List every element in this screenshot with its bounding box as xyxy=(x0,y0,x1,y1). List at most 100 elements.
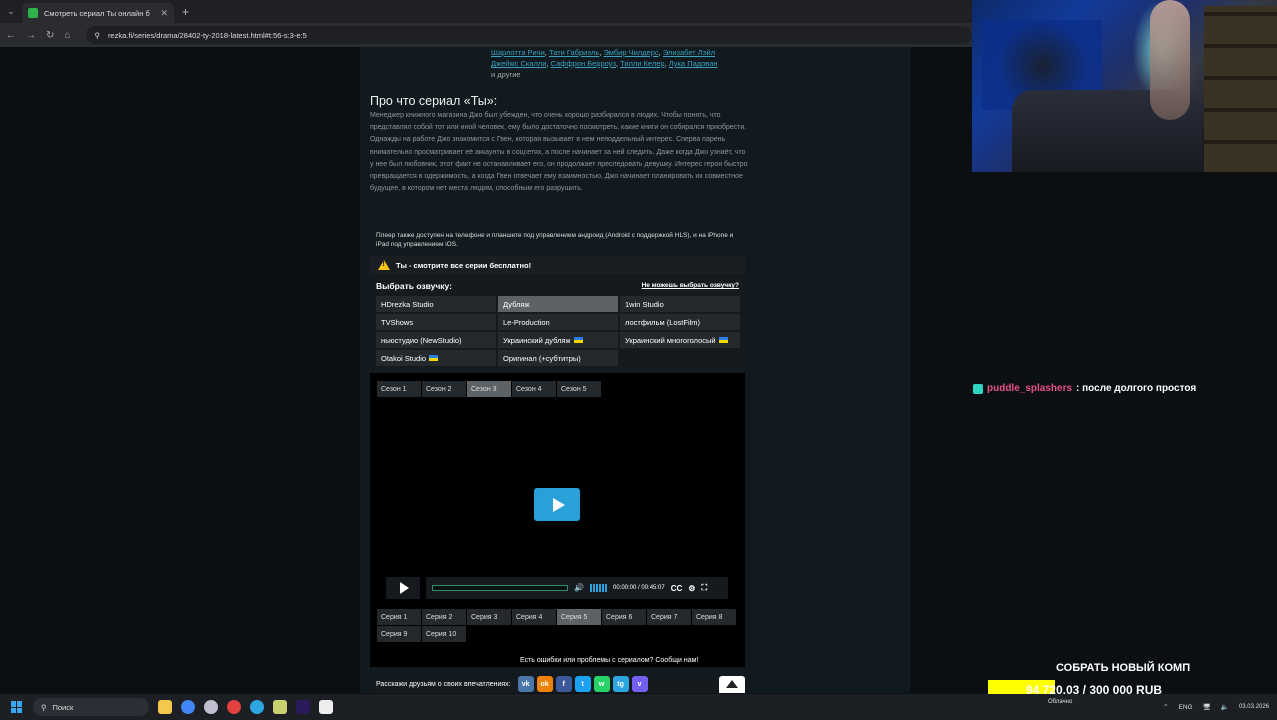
subtitles-icon[interactable]: CC xyxy=(671,584,683,593)
about-paragraph: Однажды на работе Джо знакомится с Гвен,… xyxy=(370,136,748,193)
twitter-icon[interactable]: t xyxy=(574,676,591,692)
browser-tab-active[interactable]: Смотреть сериал Ты онлайн б ✕ xyxy=(22,3,174,23)
play-pause-button[interactable] xyxy=(386,577,420,599)
free-notice: Ты - смотрите все серии бесплатно! xyxy=(370,256,745,274)
file-explorer-icon[interactable] xyxy=(158,700,172,714)
back-icon[interactable]: ← xyxy=(6,30,16,41)
dubbing-option[interactable]: ньюстудио (NewStudio) xyxy=(376,332,496,348)
url-text: rezka.fi/series/drama/28402-ty-2018-late… xyxy=(107,30,307,40)
tray-chevron-icon[interactable]: ⌃ xyxy=(1163,703,1168,711)
progress-bar[interactable] xyxy=(432,585,568,591)
cast-link[interactable]: Элизабет Лэйл xyxy=(663,48,715,57)
cast-link[interactable]: Тилли Келер xyxy=(620,59,664,68)
episode-tab[interactable]: Серия 8 xyxy=(692,609,736,625)
episode-tab[interactable]: Серия 3 xyxy=(467,609,511,625)
cast-link[interactable]: Шарлотта Ричи xyxy=(491,48,545,57)
dubbing-option[interactable]: 1win Studio xyxy=(620,296,740,312)
telegram-icon[interactable]: tg xyxy=(612,676,629,692)
reload-icon[interactable]: ↻ xyxy=(46,30,54,41)
facebook-icon[interactable]: f xyxy=(555,676,572,692)
episode-tab[interactable]: Серия 4 xyxy=(512,609,556,625)
season-tab[interactable]: Сезон 1 xyxy=(377,381,421,397)
app-icon[interactable] xyxy=(204,700,218,714)
episode-tab[interactable]: Серия 2 xyxy=(422,609,466,625)
clock[interactable]: 03.03.2026 xyxy=(1239,703,1269,711)
telegram-icon[interactable] xyxy=(250,700,264,714)
site-info-icon[interactable]: ⚲ xyxy=(94,31,100,40)
whatsapp-icon[interactable]: w xyxy=(593,676,610,692)
viber-icon[interactable]: v xyxy=(631,676,648,692)
weather-text: Облачно xyxy=(1048,699,1073,705)
start-windows-icon[interactable] xyxy=(11,701,23,713)
share-label: Расскажи друзьям о своих впечатлениях: xyxy=(376,680,511,688)
close-tab-icon[interactable]: ✕ xyxy=(160,8,168,19)
season-tabs: Сезон 1 Сезон 2 Сезон 3 Сезон 4 Сезон 5 xyxy=(377,381,601,397)
dubbing-option[interactable]: HDrezka Studio xyxy=(376,296,496,312)
episode-tab[interactable]: Серия 5 xyxy=(557,609,601,625)
browser-tab-strip: ⌄ Смотреть сериал Ты онлайн б ✕ + xyxy=(0,0,972,23)
dubbing-option-label: Otakoi Studio xyxy=(381,353,427,363)
dubbing-option[interactable]: лостфильм (LostFilm) xyxy=(620,314,740,330)
episode-tab[interactable]: Серия 7 xyxy=(647,609,691,625)
dubbing-title: Выбрать озвучку: xyxy=(376,281,452,291)
episode-tab[interactable]: Серия 9 xyxy=(377,626,421,642)
episode-tab[interactable]: Серия 1 xyxy=(377,609,421,625)
taskbar-search[interactable]: ⚲ Поиск xyxy=(33,698,149,716)
settings-gear-icon[interactable]: ⚙ xyxy=(688,584,695,593)
browser-toolbar: ← → ↻ ⌂ ⚲ rezka.fi/series/drama/28402-ty… xyxy=(0,23,972,47)
play-button[interactable] xyxy=(534,488,580,521)
cast-link[interactable]: Саффрон Берроуз xyxy=(551,59,616,68)
dubbing-option[interactable]: Дубляж xyxy=(498,296,618,312)
dubbing-option-label: Оригинал (+субтитры) xyxy=(503,353,581,363)
dubbing-option[interactable]: Украинский дубляж xyxy=(498,332,618,348)
volume-slider[interactable] xyxy=(590,584,607,592)
dubbing-options: HDrezka Studio Дубляж 1win Studio TVShows Le… xyxy=(376,296,740,366)
about-description: Менеджер книжного магазина Джо был убежд… xyxy=(370,110,748,195)
cast-more: и другие xyxy=(491,70,521,79)
episode-tab[interactable]: Серия 6 xyxy=(602,609,646,625)
cast-link[interactable]: Тати Габриэль xyxy=(549,48,599,57)
ok-icon[interactable]: ok xyxy=(536,676,553,692)
season-tab[interactable]: Сезон 3 xyxy=(467,381,511,397)
player-availability-note: Плеер также доступен на телефоне и планш… xyxy=(376,232,734,248)
address-bar[interactable]: ⚲ rezka.fi/series/drama/28402-ty-2018-la… xyxy=(86,26,972,44)
dubbing-option[interactable]: Le-Production xyxy=(498,314,618,330)
ukraine-flag-icon xyxy=(429,355,439,361)
forward-icon[interactable]: → xyxy=(26,30,36,41)
scroll-up-button[interactable] xyxy=(719,676,745,693)
chrome-icon[interactable] xyxy=(181,700,195,714)
dubbing-option[interactable]: Оригинал (+субтитры) xyxy=(498,350,618,366)
tab-search-button[interactable]: ⌄ xyxy=(0,0,22,23)
app-icon[interactable] xyxy=(273,700,287,714)
fullscreen-icon[interactable]: ⛶ xyxy=(701,583,707,593)
vk-icon[interactable]: vk xyxy=(517,676,534,692)
dubbing-option[interactable]: Украинский многоголосый xyxy=(620,332,740,348)
cast-link[interactable]: Эмбир Чилдерс xyxy=(603,48,658,57)
season-tab[interactable]: Сезон 5 xyxy=(557,381,601,397)
episode-tab[interactable]: Серия 10 xyxy=(422,626,466,642)
dubbing-option[interactable]: Otakoi Studio xyxy=(376,350,496,366)
volume-icon[interactable]: 🔊 xyxy=(574,584,584,592)
cast-link[interactable]: Джеймс Скалли xyxy=(491,59,546,68)
premiere-icon[interactable] xyxy=(296,700,310,714)
taskbar: ⚲ Поиск ⌃ ENG 🖥 🔈 03.03.2026 xyxy=(0,694,1277,720)
report-problem-text[interactable]: Есть ошибки или проблемы с сериалом? Соо… xyxy=(520,657,698,664)
warning-icon xyxy=(378,260,390,270)
dubbing-help-link[interactable]: Не можешь выбрать озвучку? xyxy=(642,282,739,289)
about-title: Про что сериал «Ты»: xyxy=(370,94,498,108)
language-indicator[interactable]: ENG xyxy=(1179,704,1193,711)
opera-icon[interactable] xyxy=(227,700,241,714)
home-icon[interactable]: ⌂ xyxy=(64,30,70,41)
season-tab[interactable]: Сезон 4 xyxy=(512,381,556,397)
network-icon[interactable]: 🖥 xyxy=(1203,703,1211,711)
obs-icon[interactable] xyxy=(319,700,333,714)
dubbing-option[interactable]: TVShows xyxy=(376,314,496,330)
volume-tray-icon[interactable]: 🔈 xyxy=(1221,703,1229,711)
weather-widget[interactable]: Облачно xyxy=(1048,698,1072,706)
dubbing-empty-cell xyxy=(620,350,740,366)
share-bar: Расскажи друзьям о своих впечатлениях: v… xyxy=(370,675,745,693)
new-tab-icon[interactable]: + xyxy=(182,5,189,19)
dubbing-option-label: Дубляж xyxy=(503,299,530,309)
season-tab[interactable]: Сезон 2 xyxy=(422,381,466,397)
cast-link[interactable]: Лука Падован xyxy=(669,59,718,68)
